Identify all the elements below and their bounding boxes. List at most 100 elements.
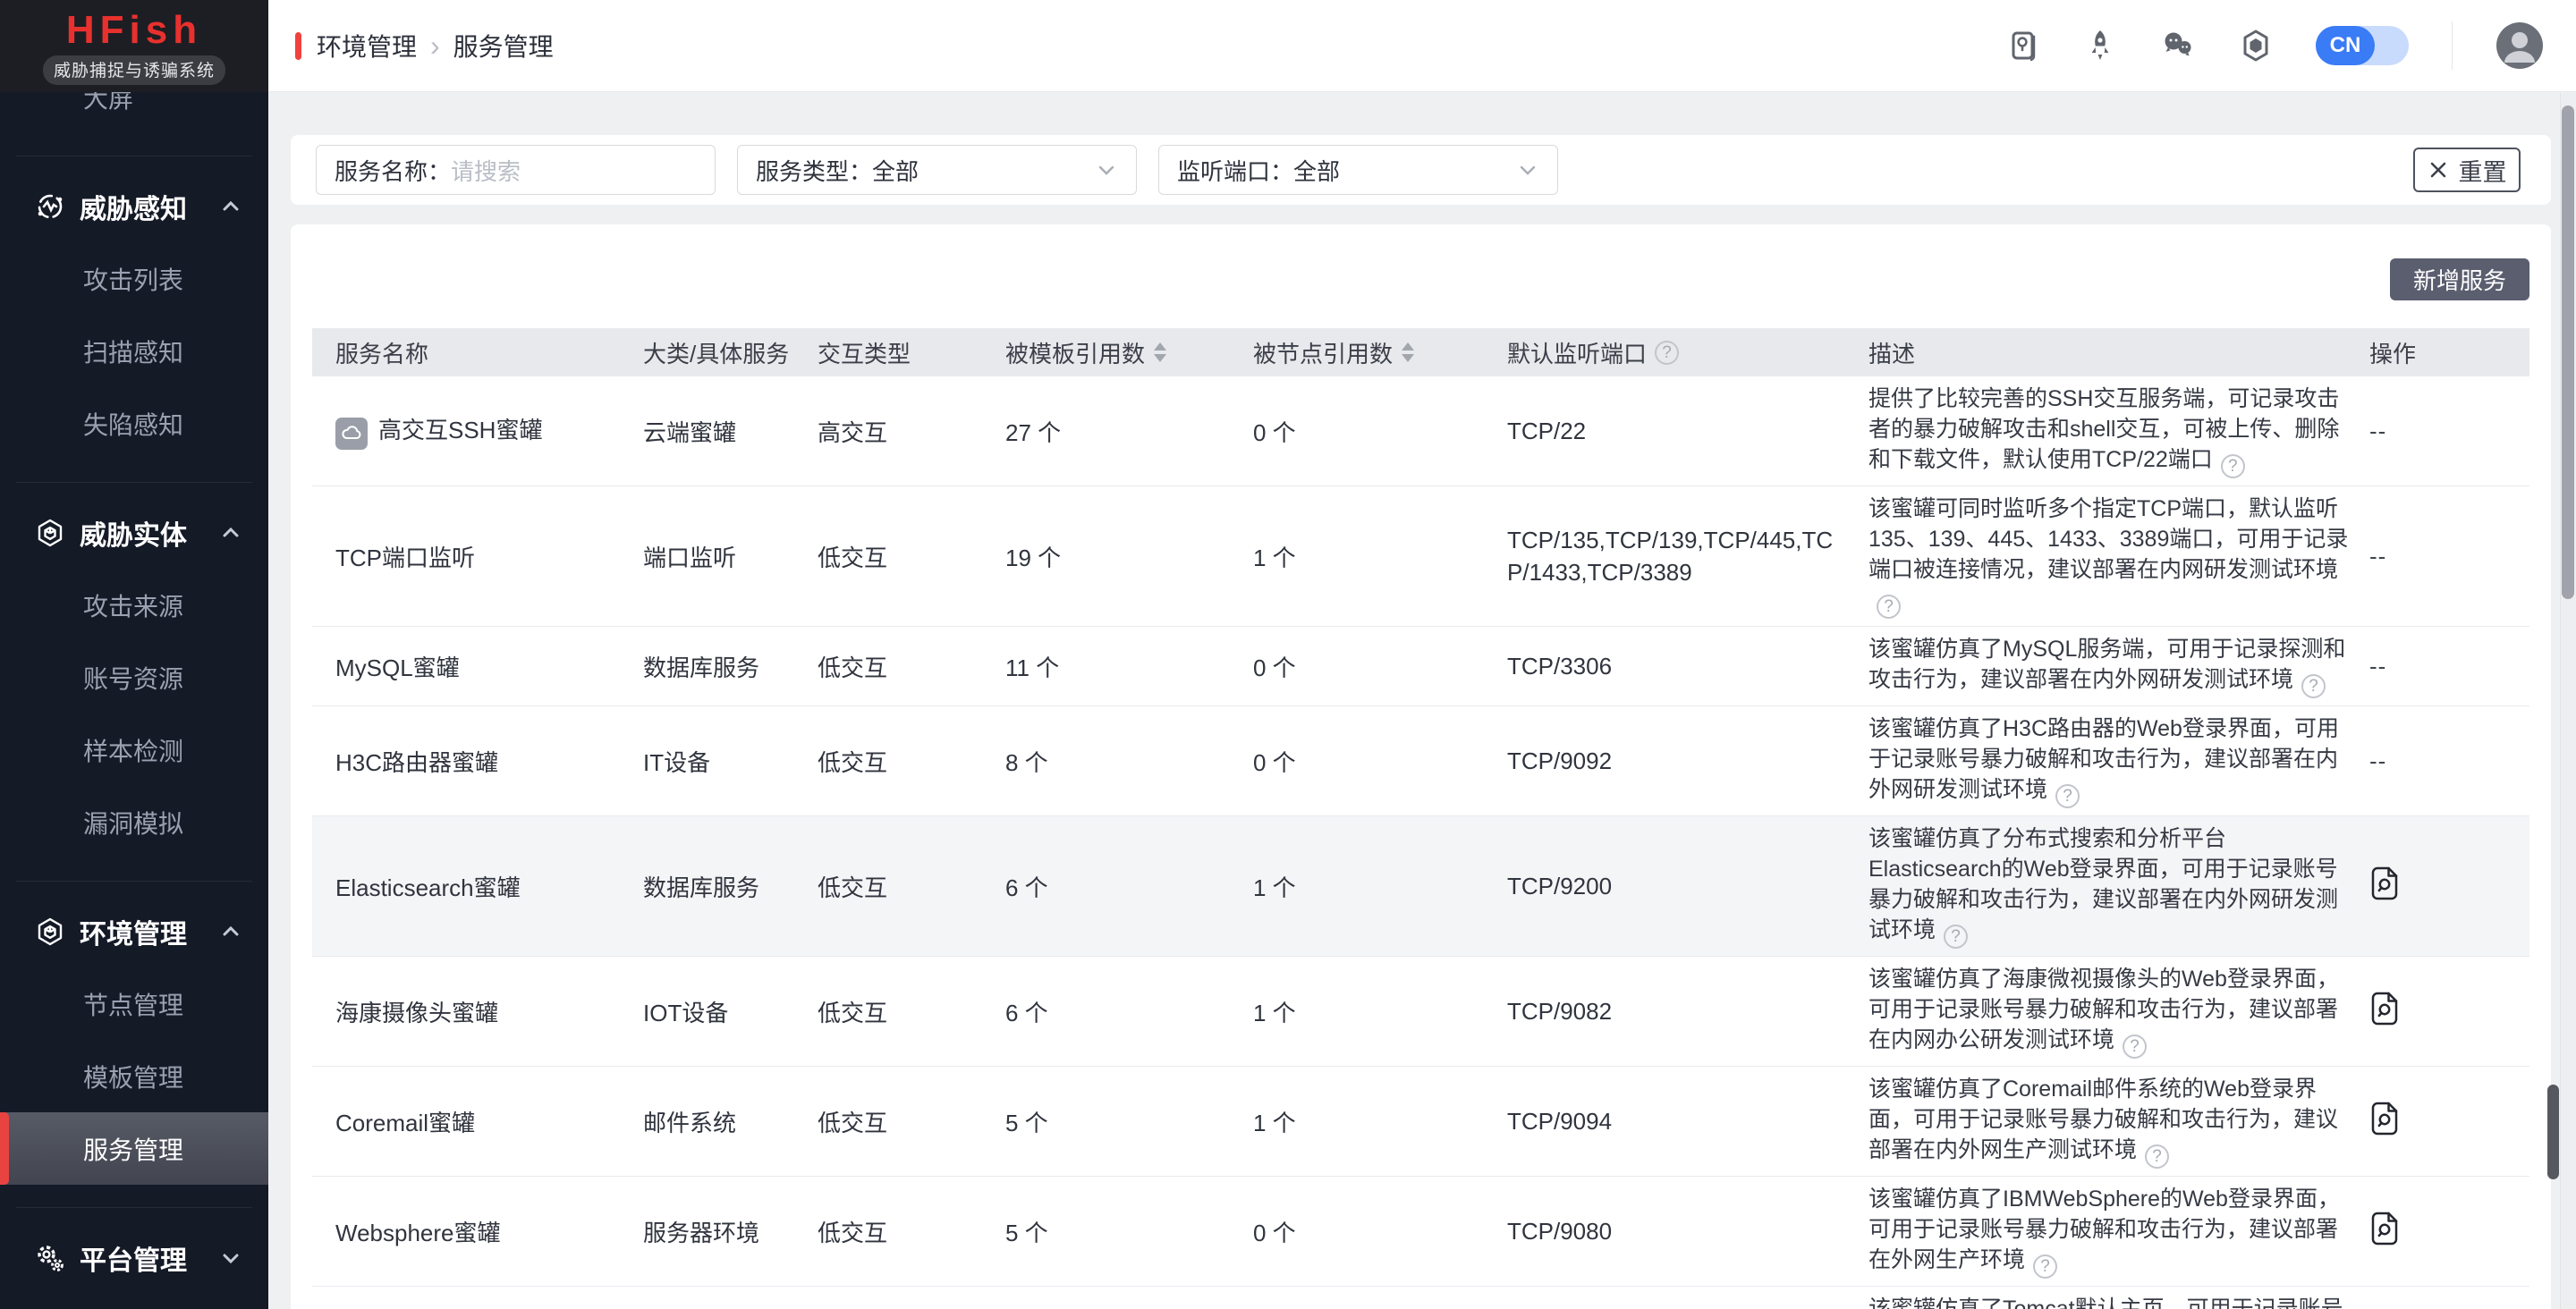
breadcrumb-service-management[interactable]: 服务管理 xyxy=(453,28,554,63)
inner-scrollbar-thumb[interactable] xyxy=(2547,1085,2559,1179)
interaction-cell: 低交互 xyxy=(818,1177,1005,1287)
help-icon[interactable]: ? xyxy=(2145,1144,2169,1169)
node-refs-cell: 1 个 xyxy=(1253,957,1507,1067)
node-refs-cell: 1 个 xyxy=(1253,1287,1507,1309)
action-cell xyxy=(2369,957,2529,1067)
filter-bar: 服务名称： 请搜索 服务类型： 全部 监听端口： 全部 重置 xyxy=(291,135,2551,205)
sidebar-section-threat-entity[interactable]: 威胁实体 xyxy=(0,497,268,569)
table-row: Coremail蜜罐 邮件系统 低交互 5 个 1 个 TCP/9094 该蜜罐… xyxy=(312,1067,2529,1177)
category-cell: 服务器环境 xyxy=(643,1287,818,1309)
ports-cell: TCP/9082 xyxy=(1507,957,1868,1067)
language-toggle[interactable]: CN xyxy=(2316,26,2409,65)
view-log-button[interactable] xyxy=(2369,1102,2400,1136)
node-refs-cell: 0 个 xyxy=(1253,1177,1507,1287)
category-cell: IT设备 xyxy=(643,706,818,816)
view-log-button[interactable] xyxy=(2369,866,2400,900)
service-type-select[interactable]: 服务类型： 全部 xyxy=(737,145,1137,195)
sidebar-item-scan-perception[interactable]: 扫描感知 xyxy=(0,315,268,387)
sidebar-item-sample-detection[interactable]: 样本检测 xyxy=(0,714,268,786)
help-icon[interactable]: ? xyxy=(1944,925,1968,949)
description-cell: 该蜜罐仿真了Tomcat默认主页，可用于记录账号暴力破解和攻击行为，建议部署在外… xyxy=(1868,1287,2369,1309)
node-refs-cell: 1 个 xyxy=(1253,816,1507,957)
help-icon[interactable]: ? xyxy=(1877,595,1901,619)
no-action-dash: -- xyxy=(2369,653,2386,680)
sidebar-divider xyxy=(16,881,252,882)
rocket-icon[interactable] xyxy=(2083,29,2117,63)
template-refs-cell: 6 个 xyxy=(1005,816,1253,957)
reset-button[interactable]: 重置 xyxy=(2413,148,2521,192)
sidebar-item-vulnerability-simulation[interactable]: 漏洞模拟 xyxy=(0,786,268,858)
help-icon[interactable]: ? xyxy=(1655,341,1679,365)
ports-cell: TCP/9198 xyxy=(1507,1287,1868,1309)
ports-cell: TCP/9080 xyxy=(1507,1177,1868,1287)
sidebar-item-attack-list[interactable]: 攻击列表 xyxy=(0,242,268,315)
listen-port-select[interactable]: 监听端口： 全部 xyxy=(1158,145,1558,195)
interaction-cell: 低交互 xyxy=(818,1287,1005,1309)
ports-cell: TCP/3306 xyxy=(1507,627,1868,706)
view-log-button[interactable] xyxy=(2369,1212,2400,1246)
ports-cell: TCP/135,TCP/139,TCP/445,TCP/1433,TCP/338… xyxy=(1507,486,1868,627)
table-row: 海康摄像头蜜罐 IOT设备 低交互 6 个 1 个 TCP/9082 该蜜罐仿真… xyxy=(312,957,2529,1067)
listen-port-value: 全部 xyxy=(1293,154,1340,187)
category-cell: 数据库服务 xyxy=(643,816,818,957)
node-refs-cell: 1 个 xyxy=(1253,486,1507,627)
interaction-cell: 低交互 xyxy=(818,486,1005,627)
template-refs-cell: 6 个 xyxy=(1005,957,1253,1067)
page-scrollbar-track[interactable] xyxy=(2560,93,2576,1309)
breadcrumb-environment-management[interactable]: 环境管理 xyxy=(317,28,417,63)
interaction-cell: 低交互 xyxy=(818,627,1005,706)
no-action-dash: -- xyxy=(2369,747,2386,774)
sidebar-item-compromise-perception[interactable]: 失陷感知 xyxy=(0,387,268,460)
template-refs-cell: 27 个 xyxy=(1005,376,1253,486)
category-cell: 邮件系统 xyxy=(643,1067,818,1177)
template-refs-cell: 4 个 xyxy=(1005,1287,1253,1309)
category-cell: 服务器环境 xyxy=(643,1177,818,1287)
chevron-down-icon xyxy=(1516,158,1539,182)
help-icon[interactable]: ? xyxy=(2033,1254,2057,1279)
feedback-chat-icon[interactable] xyxy=(2160,29,2196,63)
sidebar-item-account-resources[interactable]: 账号资源 xyxy=(0,641,268,714)
sidebar-item-dashboard[interactable]: 大屏 xyxy=(0,92,268,133)
help-icon[interactable]: ? xyxy=(2221,454,2245,478)
table-header-row: 服务名称 大类/具体服务 交互类型 被模板引用数 被节点引用数 xyxy=(312,328,2529,376)
sidebar-item-attack-source[interactable]: 攻击来源 xyxy=(0,569,268,641)
sidebar-section-environment-management[interactable]: 环境管理 xyxy=(0,896,268,967)
radar-icon xyxy=(34,190,66,223)
page-scrollbar-thumb[interactable] xyxy=(2562,106,2574,599)
interaction-cell: 低交互 xyxy=(818,957,1005,1067)
sidebar-section-platform-management[interactable]: 平台管理 xyxy=(0,1222,268,1294)
service-name-cell: MySQL蜜罐 xyxy=(312,627,643,706)
docs-icon[interactable] xyxy=(2006,29,2040,63)
app-logo-text: HFish xyxy=(66,8,202,53)
topbar-actions: CN xyxy=(2006,21,2544,70)
action-cell xyxy=(2369,816,2529,957)
help-icon[interactable]: ? xyxy=(2301,674,2326,698)
sort-control[interactable] xyxy=(1154,342,1166,362)
ports-cell: TCP/9094 xyxy=(1507,1067,1868,1177)
ports-cell: TCP/9092 xyxy=(1507,706,1868,816)
breadcrumb-accent-bar xyxy=(295,32,301,60)
template-refs-cell: 8 个 xyxy=(1005,706,1253,816)
add-service-button[interactable]: 新增服务 xyxy=(2390,258,2529,300)
listen-port-label: 监听端口： xyxy=(1177,154,1293,187)
service-name-search-input[interactable]: 服务名称： 请搜索 xyxy=(316,145,716,195)
avatar[interactable] xyxy=(2496,21,2544,70)
service-type-value: 全部 xyxy=(872,154,919,187)
col-default-ports: 默认监听端口 ? xyxy=(1507,328,1868,376)
sidebar-item-node-management[interactable]: 节点管理 xyxy=(0,967,268,1040)
breadcrumb: 环境管理 › 服务管理 xyxy=(317,28,554,63)
sort-control[interactable] xyxy=(1402,342,1414,362)
template-refs-cell: 11 个 xyxy=(1005,627,1253,706)
sidebar-item-service-management[interactable]: 服务管理 xyxy=(0,1112,268,1185)
category-cell: 数据库服务 xyxy=(643,627,818,706)
sidebar-item-template-management[interactable]: 模板管理 xyxy=(0,1040,268,1112)
view-log-button[interactable] xyxy=(2369,992,2400,1026)
help-icon[interactable]: ? xyxy=(2055,784,2080,808)
sidebar-section-threat-perception[interactable]: 威胁感知 xyxy=(0,171,268,242)
app-logo-subtitle: 威胁捕捉与诱骗系统 xyxy=(43,55,225,85)
badge-icon[interactable] xyxy=(2239,29,2273,63)
action-cell: -- xyxy=(2369,706,2529,816)
action-cell: -- xyxy=(2369,376,2529,486)
description-cell: 该蜜罐仿真了Coremail邮件系统的Web登录界面，可用于记录账号暴力破解和攻… xyxy=(1868,1067,2369,1177)
help-icon[interactable]: ? xyxy=(2123,1035,2147,1059)
